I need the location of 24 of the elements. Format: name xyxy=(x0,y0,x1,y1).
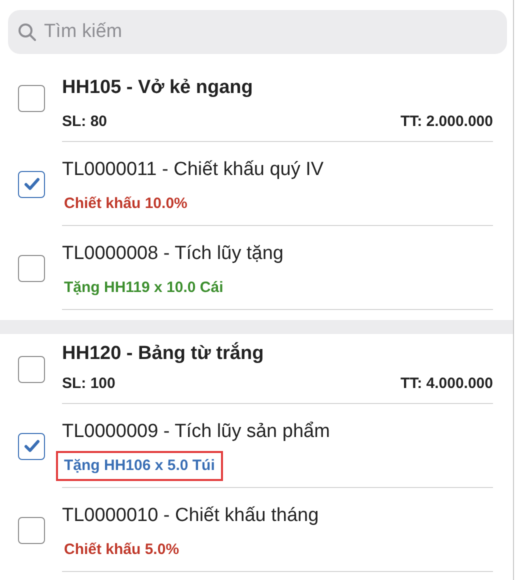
checkbox[interactable] xyxy=(18,84,45,112)
promotion-title: TL0000010 - Chiết khấu tháng xyxy=(62,504,320,528)
promotion-detail: Tặng HH119 x 10.0 Cái xyxy=(63,278,224,298)
promotion-title: TL0000011 - Chiết khấu quý IV xyxy=(62,158,325,182)
search-icon xyxy=(18,23,36,41)
promotion-title: TL0000008 - Tích lũy tặng xyxy=(62,242,284,266)
checkbox[interactable] xyxy=(18,356,45,382)
total-label: TT: 4.000.000 xyxy=(400,374,493,394)
total-label: TT: 2.000.000 xyxy=(400,112,493,132)
quantity-label: SL: 80 xyxy=(62,112,108,132)
product-title: HH105 - Vở kẻ ngang xyxy=(62,76,254,100)
checkbox[interactable] xyxy=(18,254,45,282)
search-field[interactable]: Tìm kiếm xyxy=(8,10,507,54)
checkmark-icon xyxy=(24,177,40,191)
promotion-detail: Chiết khấu 10.0% xyxy=(63,194,188,214)
product-title: HH120 - Bảng từ trắng xyxy=(62,341,265,366)
promotion-detail: Tặng HH106 x 5.0 Túi xyxy=(56,450,223,481)
promotion-title: TL0000009 - Tích lũy sản phẩm xyxy=(62,420,331,444)
checkbox[interactable] xyxy=(18,432,45,460)
checkbox[interactable] xyxy=(18,516,45,544)
checkbox[interactable] xyxy=(18,170,45,198)
quantity-label: SL: 100 xyxy=(62,374,116,394)
checkmark-icon xyxy=(24,439,40,453)
promotion-detail: Chiết khấu 5.0% xyxy=(63,540,180,560)
